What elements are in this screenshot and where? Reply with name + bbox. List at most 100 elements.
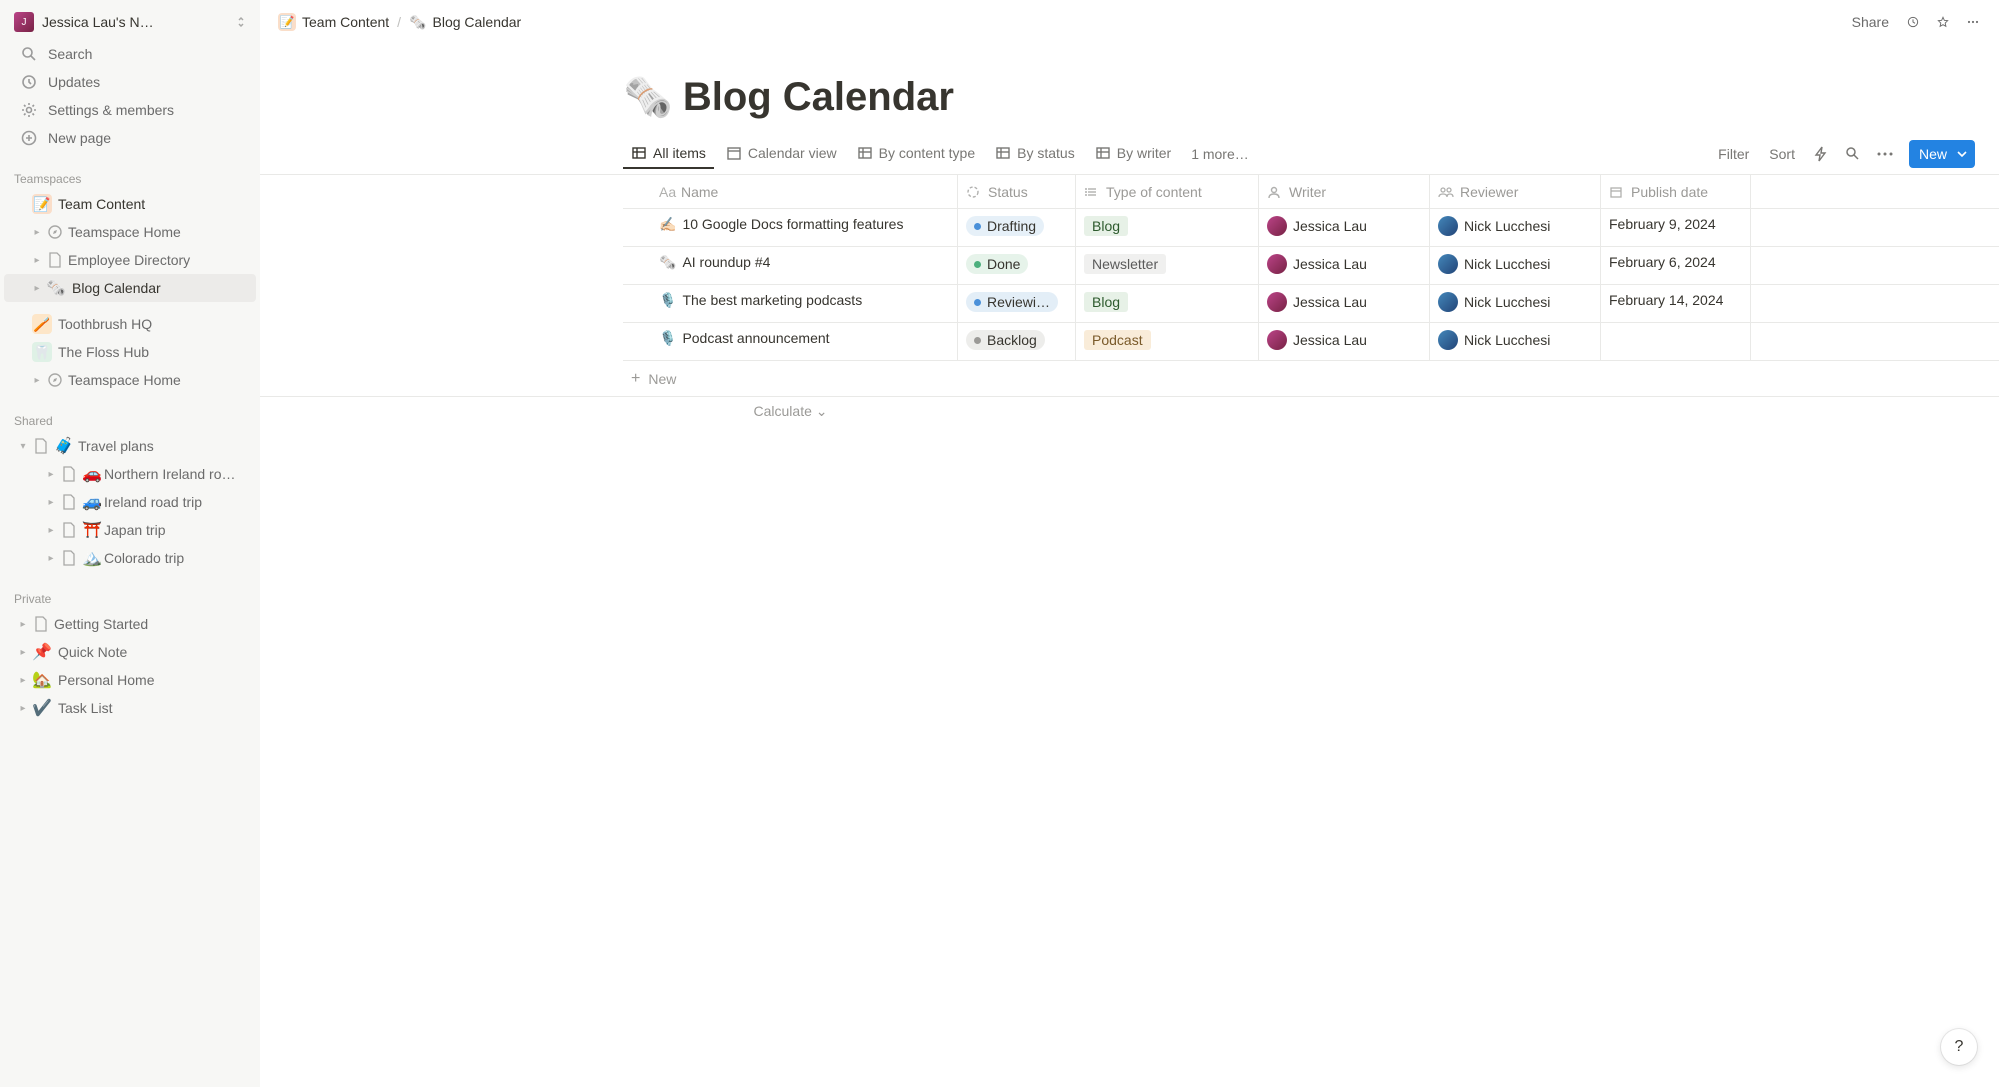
- chevron-down-icon[interactable]: [1953, 151, 1971, 157]
- chevron-right-icon[interactable]: ▸: [42, 497, 60, 508]
- sidebar-item-task-list[interactable]: ▸ ✔️ Task List: [4, 694, 256, 722]
- chevron-right-icon[interactable]: ▸: [42, 553, 60, 564]
- share-button[interactable]: Share: [1844, 8, 1897, 36]
- cell-reviewer[interactable]: Nick Lucchesi: [1430, 247, 1601, 284]
- chevron-right-icon[interactable]: ▸: [28, 375, 46, 386]
- cell-status[interactable]: Backlog: [958, 323, 1076, 360]
- cell-date[interactable]: February 9, 2024: [1601, 209, 1751, 246]
- calculate-button[interactable]: Calculate ⌄: [623, 397, 958, 426]
- breadcrumb-current[interactable]: 🗞️ Blog Calendar: [403, 10, 527, 35]
- row-name[interactable]: Podcast announcement: [682, 330, 829, 346]
- breadcrumb-parent[interactable]: 📝 Team Content: [272, 9, 395, 35]
- table-icon: [857, 145, 873, 161]
- cell-status[interactable]: Drafting: [958, 209, 1076, 246]
- sidebar-item-getting-started[interactable]: ▸ Getting Started: [4, 610, 256, 638]
- sidebar-item-toothbrush[interactable]: 🪥 Toothbrush HQ: [4, 310, 256, 338]
- table-row[interactable]: 🎙️The best marketing podcasts Reviewi… B…: [623, 285, 1999, 323]
- col-writer[interactable]: Writer: [1259, 175, 1430, 208]
- table-row[interactable]: ✍🏻10 Google Docs formatting features Dra…: [623, 209, 1999, 247]
- tab-all-items[interactable]: All items: [623, 139, 714, 169]
- cell-type[interactable]: Podcast: [1076, 323, 1259, 360]
- search-db-button[interactable]: [1839, 140, 1867, 168]
- sidebar-item-teamspace-home[interactable]: ▸ Teamspace Home: [4, 218, 256, 246]
- sidebar-item-teamspace-home2[interactable]: ▸ Teamspace Home: [4, 366, 256, 394]
- cell-writer[interactable]: Jessica Lau: [1259, 323, 1430, 360]
- cell-name[interactable]: 🎙️The best marketing podcasts: [623, 285, 958, 322]
- cell-status[interactable]: Done: [958, 247, 1076, 284]
- favorite-button[interactable]: [1929, 8, 1957, 36]
- tab-by-writer[interactable]: By writer: [1087, 139, 1179, 169]
- cell-name[interactable]: 🎙️Podcast announcement: [623, 323, 958, 360]
- tab-calendar[interactable]: Calendar view: [718, 139, 845, 169]
- page-title[interactable]: Blog Calendar: [683, 75, 954, 120]
- sort-button[interactable]: Sort: [1761, 142, 1803, 166]
- row-name[interactable]: 10 Google Docs formatting features: [682, 216, 903, 232]
- sidebar-item-quick-note[interactable]: ▸ 📌 Quick Note: [4, 638, 256, 666]
- tab-by-type[interactable]: By content type: [849, 139, 984, 169]
- cell-writer[interactable]: Jessica Lau: [1259, 247, 1430, 284]
- sidebar-item-ireland-trip[interactable]: ▸ 🚙 Ireland road trip: [4, 488, 256, 516]
- chevron-right-icon[interactable]: ▸: [14, 647, 32, 658]
- chevron-right-icon[interactable]: ▸: [42, 469, 60, 480]
- sidebar-item-personal-home[interactable]: ▸ 🏡 Personal Home: [4, 666, 256, 694]
- cell-date[interactable]: February 6, 2024: [1601, 247, 1751, 284]
- sidebar-item-travel-plans[interactable]: ▾ 🧳 Travel plans: [4, 432, 256, 460]
- cell-reviewer[interactable]: Nick Lucchesi: [1430, 285, 1601, 322]
- sidebar-item-floss[interactable]: 🦷 The Floss Hub: [4, 338, 256, 366]
- page-emoji[interactable]: 🗞️: [623, 74, 673, 121]
- chevron-right-icon[interactable]: ▸: [14, 703, 32, 714]
- sidebar-item-team-content[interactable]: 📝 Team Content: [4, 190, 256, 218]
- automations-button[interactable]: [1807, 140, 1835, 168]
- table-row[interactable]: 🗞️AI roundup #4 Done Newsletter Jessica …: [623, 247, 1999, 285]
- cell-type[interactable]: Blog: [1076, 285, 1259, 322]
- chevron-right-icon[interactable]: ▸: [28, 283, 46, 294]
- chevron-right-icon[interactable]: ▸: [28, 255, 46, 266]
- settings-button[interactable]: Settings & members: [4, 96, 256, 124]
- sidebar-item-employee-directory[interactable]: ▸ Employee Directory: [4, 246, 256, 274]
- row-name[interactable]: The best marketing podcasts: [682, 292, 862, 308]
- chevron-down-icon[interactable]: ▾: [14, 441, 32, 452]
- col-status[interactable]: Status: [958, 175, 1076, 208]
- search-button[interactable]: Search: [4, 40, 256, 68]
- cell-status[interactable]: Reviewi…: [958, 285, 1076, 322]
- col-name[interactable]: AaName: [623, 175, 958, 208]
- workspace-switcher[interactable]: J Jessica Lau's N…: [0, 8, 260, 40]
- cell-writer[interactable]: Jessica Lau: [1259, 209, 1430, 246]
- cell-reviewer[interactable]: Nick Lucchesi: [1430, 323, 1601, 360]
- cell-name[interactable]: 🗞️AI roundup #4: [623, 247, 958, 284]
- more-button[interactable]: [1959, 8, 1987, 36]
- chevron-right-icon[interactable]: ▸: [14, 675, 32, 686]
- sidebar-item-blog-calendar[interactable]: ▸ 🗞️ Blog Calendar: [4, 274, 256, 302]
- newpage-button[interactable]: New page: [4, 124, 256, 152]
- chevron-right-icon[interactable]: ▸: [28, 227, 46, 238]
- writer-name: Jessica Lau: [1293, 256, 1367, 272]
- plus-circle-icon: [18, 127, 40, 149]
- updates-button[interactable]: Updates: [4, 68, 256, 96]
- col-type[interactable]: Type of content: [1076, 175, 1259, 208]
- more-db-button[interactable]: [1871, 140, 1899, 168]
- new-row-button[interactable]: +New: [260, 361, 1999, 397]
- tab-by-status[interactable]: By status: [987, 139, 1083, 169]
- cell-date[interactable]: February 14, 2024: [1601, 285, 1751, 322]
- sidebar-item-colorado-trip[interactable]: ▸ 🏔️ Colorado trip: [4, 544, 256, 572]
- tab-more[interactable]: 1 more…: [1183, 140, 1257, 168]
- col-date[interactable]: Publish date: [1601, 175, 1751, 208]
- table-row[interactable]: 🎙️Podcast announcement Backlog Podcast J…: [623, 323, 1999, 361]
- chevron-right-icon[interactable]: ▸: [14, 619, 32, 630]
- sidebar-item-japan-trip[interactable]: ▸ ⛩️ Japan trip: [4, 516, 256, 544]
- cell-type[interactable]: Newsletter: [1076, 247, 1259, 284]
- quicknote-label: Quick Note: [58, 644, 248, 660]
- cell-name[interactable]: ✍🏻10 Google Docs formatting features: [623, 209, 958, 246]
- cell-type[interactable]: Blog: [1076, 209, 1259, 246]
- new-button[interactable]: New: [1909, 140, 1975, 168]
- col-reviewer[interactable]: Reviewer: [1430, 175, 1601, 208]
- history-button[interactable]: [1899, 8, 1927, 36]
- cell-reviewer[interactable]: Nick Lucchesi: [1430, 209, 1601, 246]
- cell-date[interactable]: [1601, 323, 1751, 360]
- help-button[interactable]: ?: [1941, 1029, 1977, 1065]
- sidebar-item-ni-trip[interactable]: ▸ 🚗 Northern Ireland ro…: [4, 460, 256, 488]
- row-name[interactable]: AI roundup #4: [682, 254, 770, 270]
- cell-writer[interactable]: Jessica Lau: [1259, 285, 1430, 322]
- chevron-right-icon[interactable]: ▸: [42, 525, 60, 536]
- filter-button[interactable]: Filter: [1710, 142, 1757, 166]
